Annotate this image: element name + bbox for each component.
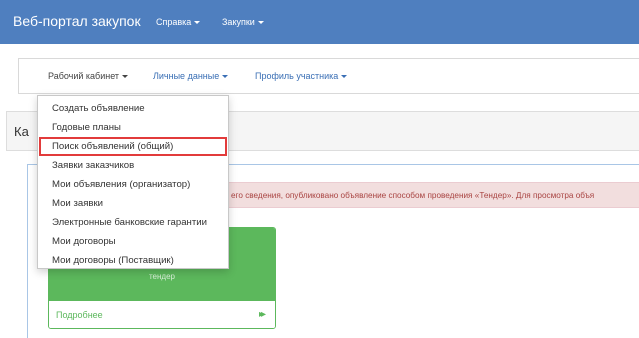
caret-down-icon [122, 75, 129, 79]
caret-down-icon [194, 21, 201, 25]
tender-card-footer[interactable]: Подробнее ▸▸ [49, 301, 275, 328]
menu-item-create-announcement[interactable]: Создать объявление [39, 99, 227, 118]
subnav-cabinet-dropdown[interactable]: Рабочий кабинет [48, 71, 129, 81]
secondary-navbar: Рабочий кабинет Личные данные Профиль уч… [18, 58, 639, 94]
menu-item-customer-applications[interactable]: Заявки заказчиков [39, 156, 227, 175]
brand-title[interactable]: Веб-портал закупок [13, 13, 141, 29]
double-chevron-right-icon: ▸▸ [258, 309, 266, 320]
top-navbar: Веб-портал закупок Справка Закупки [0, 0, 639, 44]
caret-down-icon [341, 75, 348, 79]
caret-down-icon [222, 75, 229, 79]
menu-item-my-applications[interactable]: Мои заявки [39, 194, 227, 213]
menu-item-my-contracts[interactable]: Мои договоры [39, 232, 227, 251]
subnav-cabinet-label: Рабочий кабинет [48, 71, 120, 81]
tender-card-subtitle: тендер [148, 272, 175, 281]
nav-help-dropdown[interactable]: Справка [156, 17, 201, 27]
menu-item-annual-plans[interactable]: Годовые планы [39, 118, 227, 137]
details-link[interactable]: Подробнее [56, 310, 103, 320]
cabinet-dropdown-menu: Создать объявление Годовые планы Поиск о… [37, 95, 229, 269]
subnav-participant-profile-label: Профиль участника [255, 71, 339, 81]
caret-down-icon [257, 21, 264, 25]
menu-item-my-contracts-supplier[interactable]: Мои договоры (Поставщик) [39, 251, 227, 270]
nav-help-label: Справка [156, 17, 192, 27]
menu-item-search-announcements[interactable]: Поиск объявлений (общий) [39, 137, 227, 156]
nav-purchases-label: Закупки [222, 17, 255, 27]
subnav-personal-data-label: Личные данные [153, 71, 220, 81]
menu-item-my-announcements[interactable]: Мои объявления (организатор) [39, 175, 227, 194]
subnav-participant-profile-dropdown[interactable]: Профиль участника [255, 71, 348, 81]
menu-item-bank-guarantees[interactable]: Электронные банковские гарантии [39, 213, 227, 232]
nav-purchases-dropdown[interactable]: Закупки [222, 17, 264, 27]
subnav-personal-data-dropdown[interactable]: Личные данные [153, 71, 229, 81]
page-title: Ка [14, 124, 29, 139]
alert-text: его сведения, опубликовано объявление сп… [231, 191, 595, 200]
